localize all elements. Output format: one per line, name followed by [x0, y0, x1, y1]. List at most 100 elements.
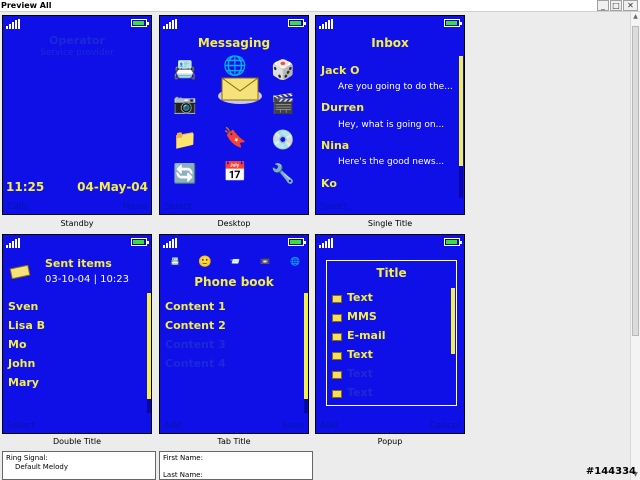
sent-item[interactable]: Mary	[8, 376, 39, 389]
settings-icon[interactable]: 🔧	[268, 162, 298, 186]
popup-item[interactable]: E-mail	[347, 329, 386, 342]
phonebook-entry[interactable]: Content 4	[165, 357, 226, 370]
connectivity-icon[interactable]: 🔄	[170, 162, 200, 186]
signal-icon	[319, 238, 335, 248]
sent-envelope-icon	[9, 265, 31, 279]
softkey-left[interactable]: Calls	[7, 202, 29, 212]
maximize-button[interactable]: □	[610, 0, 622, 11]
minimize-button[interactable]: _	[597, 0, 609, 11]
battery-icon	[288, 19, 306, 27]
inbox-sender[interactable]: Nina	[321, 139, 349, 152]
clock-date: 04-May-04	[77, 180, 148, 194]
list-scroll-thumb[interactable]	[147, 293, 151, 399]
signal-icon	[163, 238, 179, 248]
sent-item[interactable]: Lisa B	[8, 319, 45, 332]
service-provider: Service provider	[40, 48, 114, 58]
calendar-icon[interactable]: 📅	[220, 160, 250, 184]
tab-profile-icon[interactable]: 🙂	[198, 255, 212, 268]
message-icon	[332, 295, 342, 303]
last-name-label: Last Name:	[163, 471, 203, 479]
sent-item[interactable]: Sven	[8, 300, 38, 313]
tab-globe-icon[interactable]: 🌐	[290, 257, 300, 266]
signal-icon	[6, 19, 22, 29]
clock-time: 11:25	[6, 180, 45, 194]
vertical-scrollbar[interactable]: ▲ ▼	[630, 12, 640, 480]
scrollbar-thumb[interactable]	[632, 26, 639, 336]
scroll-up-icon[interactable]: ▲	[631, 12, 640, 22]
messaging-envelope-icon[interactable]	[218, 74, 262, 104]
message-icon	[332, 333, 342, 341]
phone-inbox[interactable]: Inbox Jack O Are you going to do the... …	[315, 15, 465, 215]
list-scroll-thumb[interactable]	[304, 293, 308, 399]
popup-item[interactable]: MMS	[347, 310, 377, 323]
ring-signal-value: Default Melody	[15, 463, 68, 471]
battery-icon	[131, 19, 149, 27]
caption-popup: Popup	[377, 437, 403, 446]
screen-title: Sent items	[45, 257, 112, 270]
close-button[interactable]: ✕	[623, 0, 638, 11]
phonebook-entry[interactable]: Content 2	[165, 319, 226, 332]
games-icon[interactable]: 🔖	[220, 126, 250, 150]
contacts-icon[interactable]: 📇	[170, 58, 200, 82]
caption-tab-title: Tab Title	[217, 437, 251, 446]
tab-contacts-icon[interactable]: 📇	[170, 257, 180, 266]
screen-title: Phone book	[194, 275, 274, 289]
battery-icon	[444, 238, 462, 246]
softkey-left[interactable]: Select	[7, 421, 35, 431]
popup-item[interactable]: Text	[347, 367, 373, 380]
softkey-right[interactable]: Cancel	[430, 421, 461, 431]
inbox-sender[interactable]: Durren	[321, 101, 364, 114]
softkey-right[interactable]: Save	[282, 421, 304, 431]
ring-signal-panel: Ring Signal: Default Melody	[2, 451, 156, 480]
caption-standby: Standby	[60, 219, 94, 228]
watermark-id: #144334	[585, 466, 636, 477]
inbox-preview: Hey, what is going on...	[338, 120, 445, 130]
entertainment-icon[interactable]: 🎲	[268, 58, 298, 82]
signal-icon	[6, 238, 22, 248]
tab-media-icon[interactable]: 📼	[260, 257, 270, 266]
softkey-left[interactable]: Select	[164, 202, 192, 212]
media-icon[interactable]: 🎬	[268, 92, 298, 116]
inbox-preview: Are you going to do the...	[338, 82, 453, 92]
phone-popup[interactable]: Title Text MMS E-mail Text Text Text Add…	[315, 234, 465, 434]
inbox-sender[interactable]: Ko	[321, 177, 337, 190]
popup-item[interactable]: Text	[347, 348, 373, 361]
phonebook-entry[interactable]: Content 3	[165, 338, 226, 351]
phone-desktop[interactable]: Messaging 📇 🌐 🎲 📷 🎬 📁 🔖 💿 🔄 📅 🔧 Select	[159, 15, 309, 215]
softkey-left[interactable]: Add	[320, 421, 337, 431]
screen-title: Inbox	[371, 36, 409, 50]
first-name-label: First Name:	[163, 454, 203, 462]
file-manager-icon[interactable]: 📁	[170, 128, 200, 152]
caption-double-title: Double Title	[52, 437, 102, 446]
inbox-preview: Here's the good news...	[338, 157, 445, 167]
battery-icon	[288, 238, 306, 246]
camera-icon[interactable]: 📷	[170, 92, 200, 116]
signal-icon	[163, 19, 179, 29]
signal-icon	[319, 19, 335, 29]
window-titlebar: Preview All _ □ ✕	[0, 0, 640, 12]
popup-dialog[interactable]: Title Text MMS E-mail Text Text Text	[326, 260, 457, 406]
ring-signal-label: Ring Signal:	[6, 454, 48, 462]
sent-item[interactable]: Mo	[8, 338, 27, 351]
operator-name: Operator	[49, 34, 105, 47]
phone-sent-items[interactable]: Sent items 03-10-04 | 10:23 Sven Lisa B …	[2, 234, 152, 434]
popup-item[interactable]: Text	[347, 291, 373, 304]
radio-icon[interactable]: 💿	[268, 128, 298, 152]
phone-phonebook[interactable]: 📇 🙂 📨 📼 🌐 Phone book Content 1 Content 2…	[159, 234, 309, 434]
phonebook-entry[interactable]: Content 1	[165, 300, 226, 313]
softkey-left[interactable]: Select	[320, 202, 348, 212]
tab-messages-icon[interactable]: 📨	[230, 257, 240, 266]
popup-item[interactable]: Text	[347, 386, 373, 399]
softkey-left[interactable]: Add	[164, 421, 181, 431]
inbox-sender[interactable]: Jack O	[321, 64, 360, 77]
window-title: Preview All	[1, 1, 52, 10]
phone-standby[interactable]: Operator Service provider 11:25 04-May-0…	[2, 15, 152, 215]
battery-icon	[131, 238, 149, 246]
list-scroll-thumb[interactable]	[459, 56, 463, 166]
softkey-right[interactable]: Menu	[122, 202, 147, 212]
screen-subtitle: 03-10-04 | 10:23	[45, 274, 129, 285]
sent-item[interactable]: John	[8, 357, 35, 370]
popup-scroll-thumb[interactable]	[451, 288, 455, 354]
message-icon	[332, 371, 342, 379]
contact-name-panel: First Name: Last Name:	[159, 451, 313, 480]
